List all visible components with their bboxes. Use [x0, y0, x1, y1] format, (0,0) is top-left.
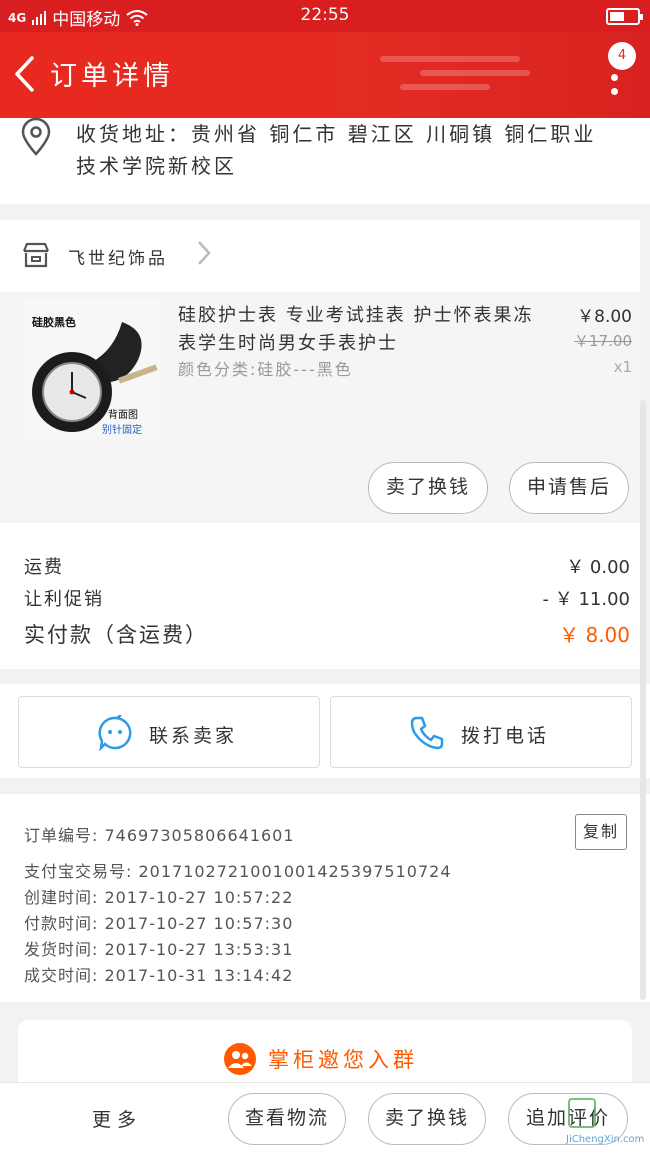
more-button[interactable]: 更多	[92, 1105, 142, 1132]
watermark-logo	[568, 1098, 596, 1128]
product-title[interactable]: 硅胶护士表 专业考试挂表 护士怀表果冻表学生时尚男女手表护士	[178, 302, 538, 358]
discount-row: 让利促销 - ￥ 11.00	[24, 585, 630, 611]
back-button[interactable]	[12, 54, 36, 101]
header-decoration	[380, 56, 520, 62]
phone-icon	[410, 716, 444, 750]
order-item-card: 飞世纪饰品 硅胶黑色 背面图 别针固定 硅胶护士表 专业考试挂表 护士怀表果冻表…	[0, 220, 640, 523]
shipping-row: 运费 ￥ 0.00	[24, 553, 630, 579]
paid-time: 付款时间: 2017-10-27 10:57:30	[24, 914, 294, 933]
order-number: 订单编号: 74697305806641601	[24, 826, 295, 845]
watermark-text: JiChengXin.com	[566, 1134, 645, 1145]
contact-seller-button[interactable]: 联系卖家	[18, 696, 320, 768]
order-info-card: 订单编号: 74697305806641601 复制 支付宝交易号: 20171…	[0, 794, 650, 1002]
contact-card: 联系卖家 拨打电话	[0, 684, 650, 778]
chevron-left-icon	[15, 56, 34, 92]
total-value: ￥ 8.00	[559, 623, 630, 647]
address-card: 收货地址：贵州省 铜仁市 碧江区 川硐镇 铜仁职业技术学院新校区	[0, 118, 650, 204]
completed-time: 成交时间: 2017-10-31 13:14:42	[24, 966, 294, 985]
scrollbar[interactable]	[640, 400, 646, 1000]
bottom-action-bar: 更多 查看物流 卖了换钱 追加评价	[0, 1082, 650, 1155]
status-bar: 4G 中国移动 22:55	[0, 0, 650, 32]
nav-bar: 订单详情 4	[0, 32, 650, 118]
shop-name: 飞世纪饰品	[68, 249, 168, 269]
shipping-address: 收货地址：贵州省 铜仁市 碧江区 川硐镇 铜仁职业技术学院新校区	[76, 122, 597, 178]
header-decoration	[400, 84, 490, 90]
product-image[interactable]: 硅胶黑色 背面图 别针固定	[22, 300, 160, 438]
total-row: 实付款（含运费） ￥ 8.00	[24, 619, 630, 649]
shop-header[interactable]: 飞世纪饰品	[0, 220, 640, 292]
image-caption: 背面图	[108, 410, 138, 421]
chat-bubble-icon	[98, 715, 132, 751]
header-decoration	[420, 70, 530, 76]
copy-button[interactable]: 复制	[575, 814, 627, 850]
total-label: 实付款（含运费）	[24, 623, 208, 647]
product-spec: 颜色分类:硅胶---黑色	[178, 360, 353, 379]
alipay-number: 支付宝交易号: 2017102721001001425397510724	[24, 862, 452, 881]
original-price: ￥17.00	[574, 332, 632, 350]
location-pin-icon	[21, 118, 51, 156]
group-icon	[224, 1043, 256, 1075]
resell-bottom-button[interactable]: 卖了换钱	[368, 1093, 486, 1145]
view-logistics-button[interactable]: 查看物流	[228, 1093, 346, 1145]
resell-button[interactable]: 卖了换钱	[368, 462, 488, 514]
product-row[interactable]: 硅胶黑色 背面图 别针固定 硅胶护士表 专业考试挂表 护士怀表果冻表学生时尚男女…	[0, 292, 640, 523]
product-price: ￥8.00	[577, 307, 632, 327]
image-caption: 硅胶黑色	[32, 316, 76, 329]
contact-seller-label: 联系卖家	[149, 725, 238, 747]
battery-icon	[606, 8, 643, 25]
shipped-time: 发货时间: 2017-10-27 13:53:31	[24, 940, 294, 959]
chevron-right-icon	[198, 241, 211, 265]
dot-icon	[611, 74, 618, 81]
group-invite-label: 掌柜邀您入群	[268, 1048, 418, 1072]
created-time: 创建时间: 2017-10-27 10:57:22	[24, 888, 294, 907]
page-title: 订单详情	[50, 61, 174, 92]
shipping-value: ￥ 0.00	[566, 557, 630, 578]
image-caption: 别针固定	[102, 425, 142, 436]
discount-label: 让利促销	[24, 589, 104, 610]
store-icon	[22, 242, 50, 268]
shipping-label: 运费	[24, 557, 64, 578]
more-menu-button[interactable]	[608, 52, 622, 100]
call-phone-button[interactable]: 拨打电话	[330, 696, 632, 768]
cost-summary: 运费 ￥ 0.00 让利促销 - ￥ 11.00 实付款（含运费） ￥ 8.00	[0, 523, 640, 669]
clock: 22:55	[300, 5, 350, 25]
watermark: JiChengXin.com	[560, 1094, 650, 1152]
dot-icon	[611, 88, 618, 95]
after-sales-button[interactable]: 申请售后	[509, 462, 629, 514]
call-phone-label: 拨打电话	[461, 725, 550, 747]
product-quantity: x1	[613, 358, 632, 376]
discount-value: - ￥ 11.00	[542, 589, 630, 610]
